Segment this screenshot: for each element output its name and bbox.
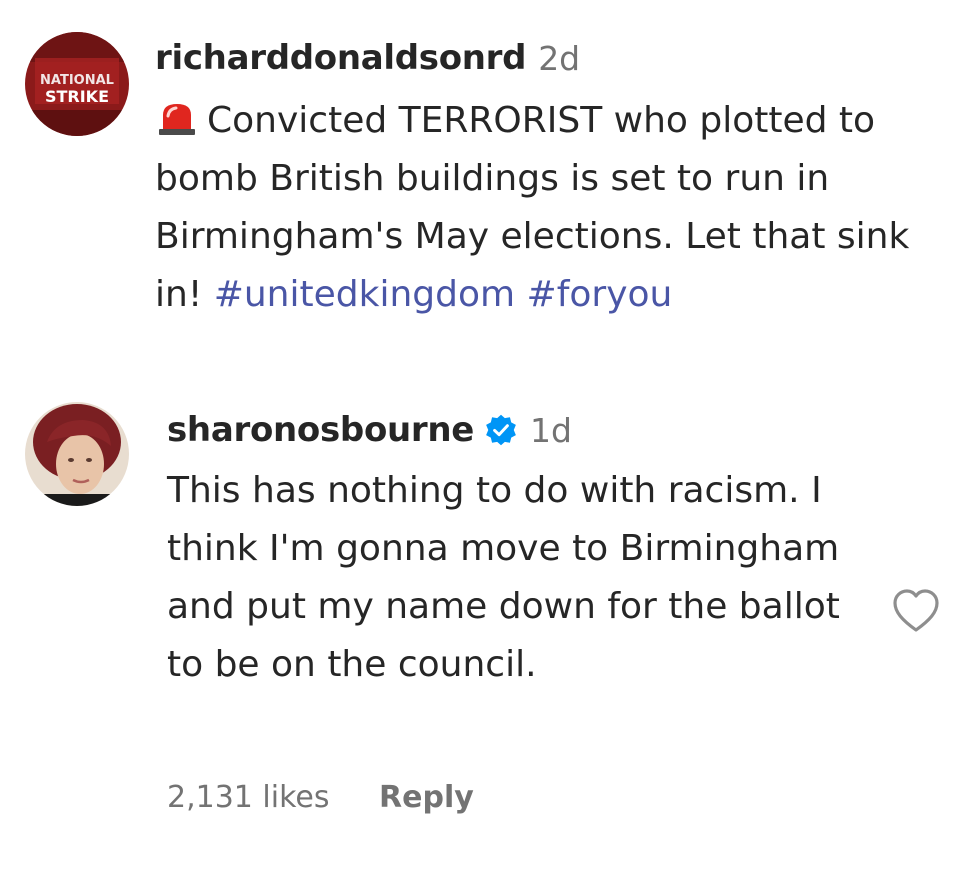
comment-header: richarddonaldsonrd 2d [155, 38, 580, 78]
username[interactable]: sharonosbourne [167, 410, 474, 450]
timestamp[interactable]: 1d [530, 411, 572, 450]
timestamp[interactable]: 2d [538, 39, 580, 78]
likes-count[interactable]: 2,131 likes [167, 780, 329, 815]
avatar[interactable]: NATIONAL STRIKE [25, 32, 129, 136]
comment-meta: 2,131 likes Reply [167, 780, 474, 815]
svg-text:NATIONAL: NATIONAL [40, 73, 114, 88]
comment-text: Convicted TERRORIST who plotted to bomb … [155, 92, 955, 324]
username[interactable]: richarddonaldsonrd [155, 38, 526, 78]
reply-button[interactable]: Reply [379, 780, 474, 815]
avatar[interactable] [25, 402, 129, 506]
siren-icon [155, 96, 199, 135]
avatar-portrait-image [25, 402, 129, 506]
hashtag-link[interactable]: #foryou [527, 274, 673, 315]
comment-header: sharonosbourne 1d [167, 410, 572, 450]
like-heart-icon[interactable] [892, 588, 940, 634]
verified-badge-icon [484, 413, 518, 447]
avatar-national-strike-image: NATIONAL STRIKE [25, 32, 129, 136]
hashtag-link[interactable]: #unitedkingdom [214, 274, 515, 315]
svg-text:STRIKE: STRIKE [45, 87, 109, 106]
comment-body: This has nothing to do with racism. I th… [167, 470, 840, 685]
